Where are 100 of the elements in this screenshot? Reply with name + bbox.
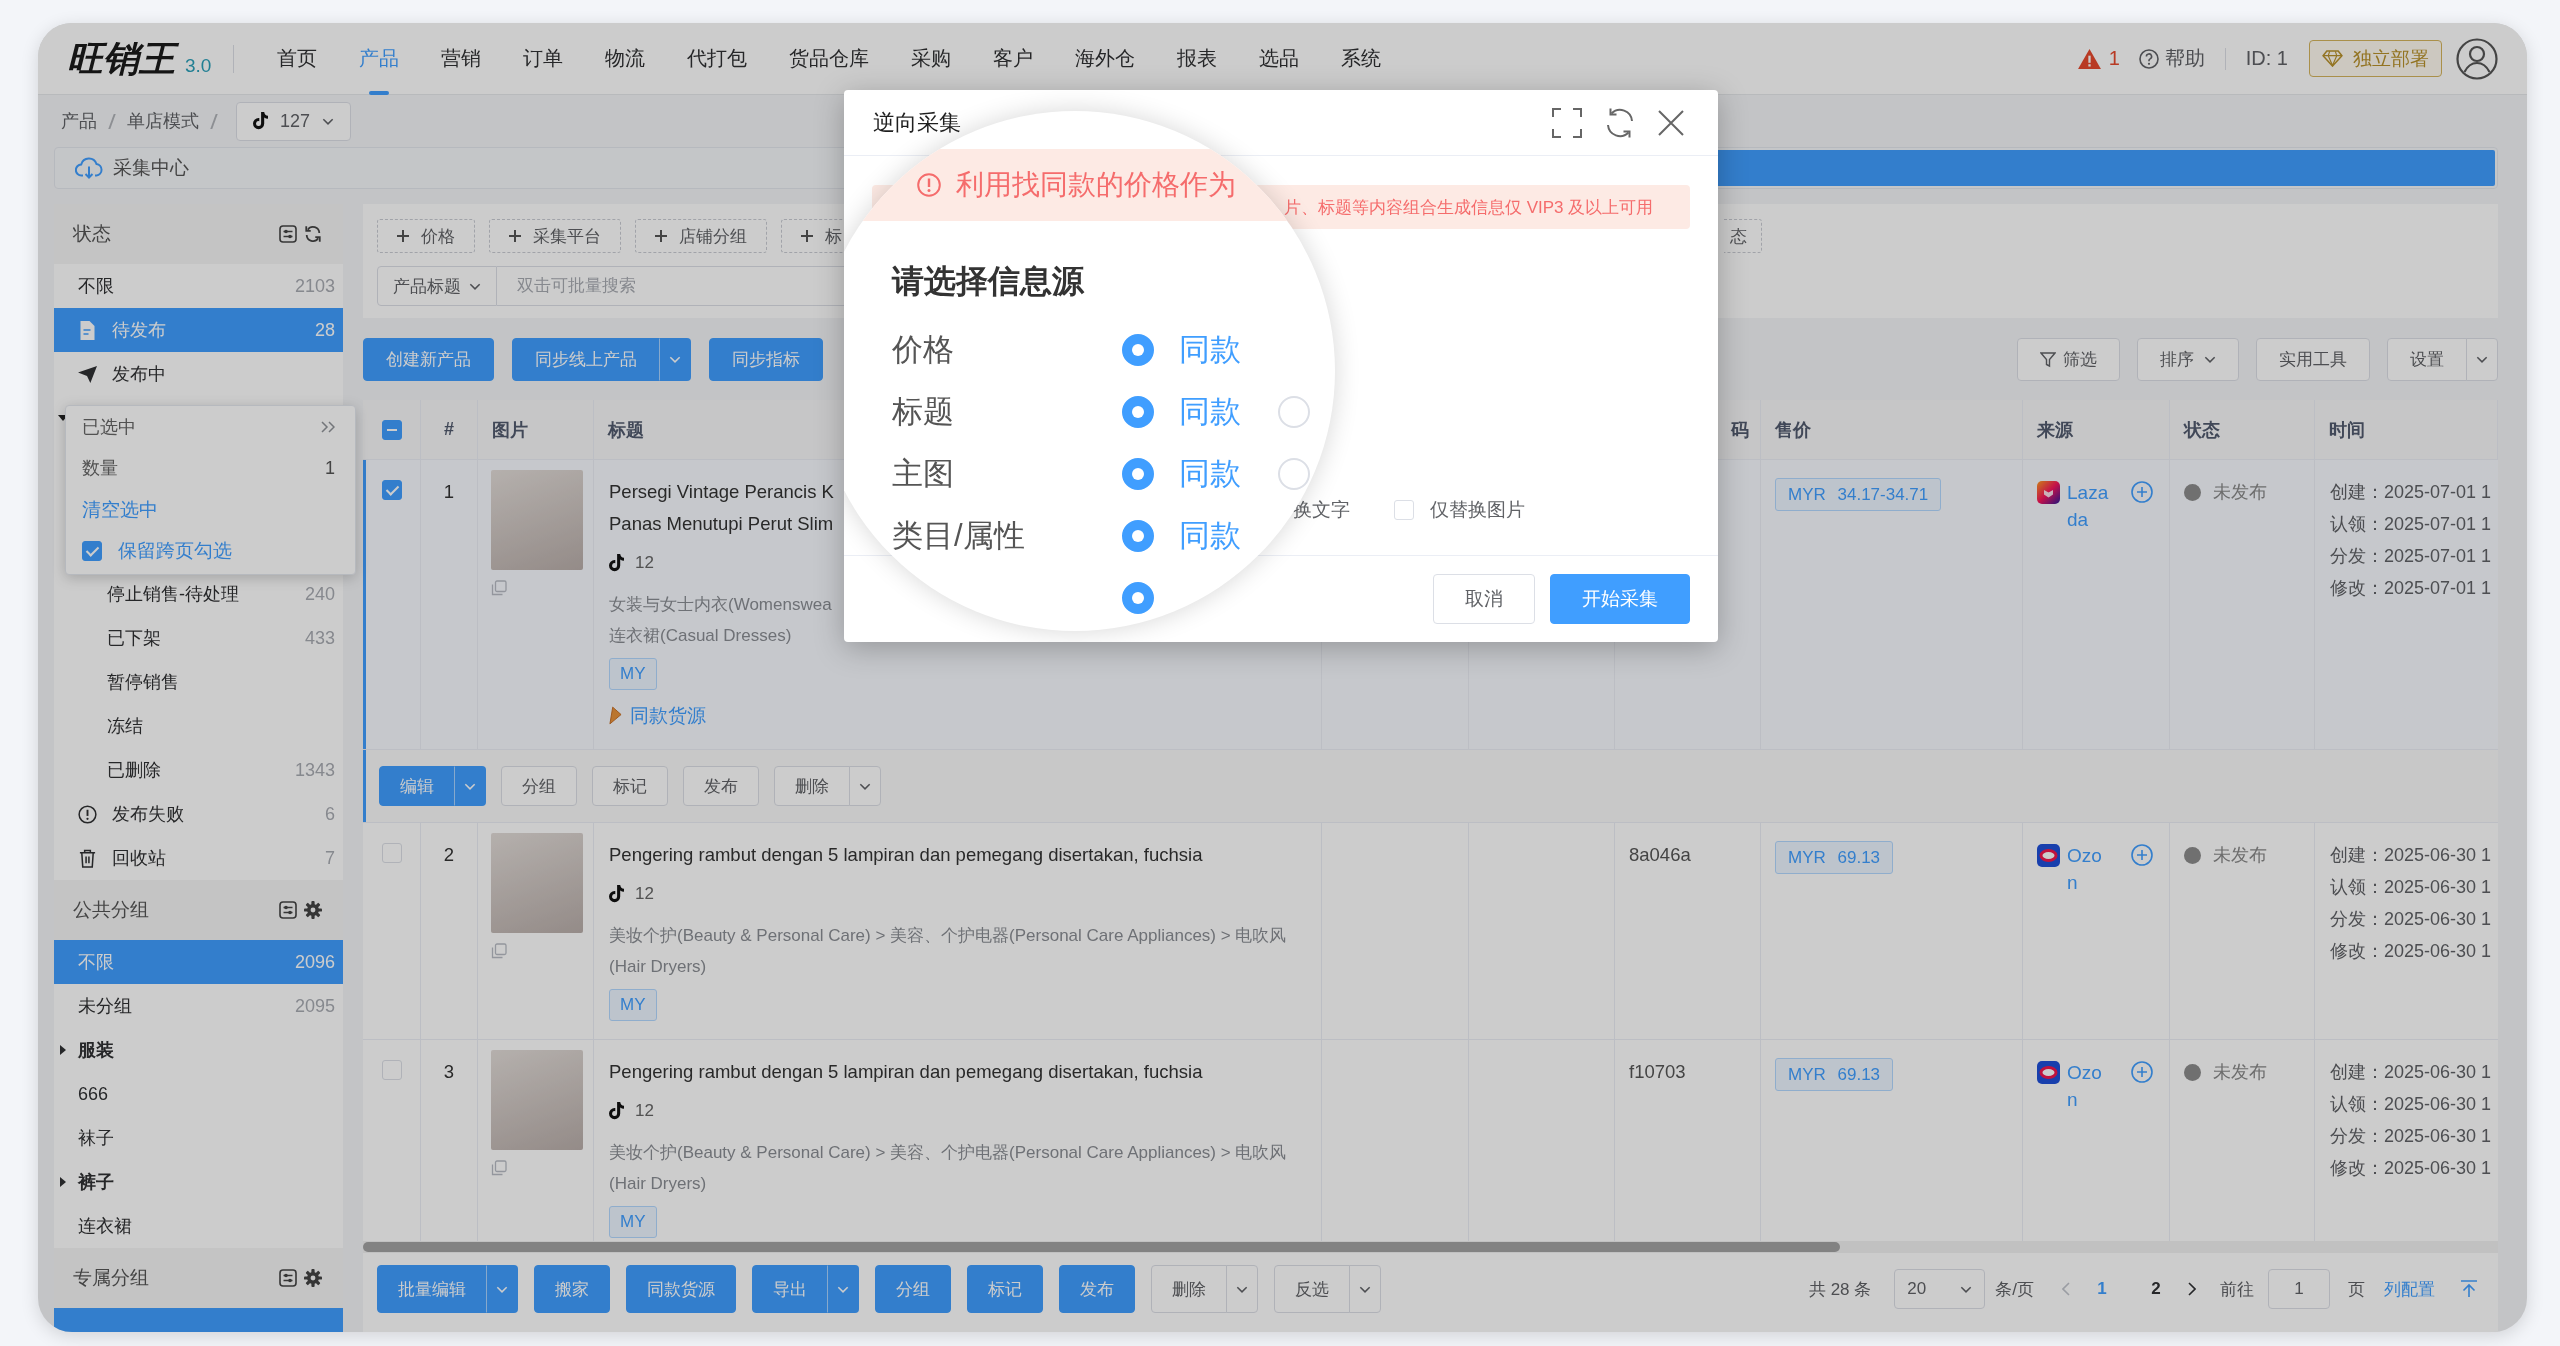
double-chevron-right-icon[interactable] bbox=[321, 420, 335, 433]
sidebar-item[interactable]: 袜子 bbox=[54, 1116, 343, 1160]
nav-tab[interactable]: 订单 bbox=[502, 23, 585, 95]
fullscreen-icon[interactable] bbox=[1552, 107, 1582, 138]
settings-icon[interactable] bbox=[304, 901, 322, 919]
checkbox[interactable] bbox=[82, 541, 102, 562]
sidebar-item[interactable]: 不限 2103 bbox=[54, 264, 343, 308]
product-title[interactable]: Pengering rambut dengan 5 lampiran dan pemegang disertakan, fuchsia bbox=[609, 1056, 1203, 1088]
scrollbar-thumb[interactable] bbox=[363, 1242, 1840, 1252]
close-icon[interactable] bbox=[1658, 109, 1684, 136]
plus-circle-icon[interactable] bbox=[2131, 1061, 2153, 1083]
product-title[interactable]: Pengering rambut dengan 5 lampiran dan pemegang disertakan, fuchsia bbox=[609, 839, 1203, 871]
product-title[interactable]: Panas Menutupi Perut Slim bbox=[609, 508, 834, 540]
radio-button[interactable] bbox=[1122, 582, 1154, 614]
copy-icon[interactable] bbox=[491, 1160, 507, 1176]
nav-tab[interactable]: 代打包 bbox=[666, 23, 769, 95]
radio-button[interactable] bbox=[1122, 458, 1154, 490]
radio-button[interactable] bbox=[1122, 334, 1154, 366]
checkbox-label[interactable]: 仅替换图片 bbox=[1430, 497, 1525, 523]
radio-label[interactable]: 同款 bbox=[1179, 453, 1241, 495]
copy-icon[interactable] bbox=[491, 580, 507, 596]
nav-tab[interactable]: 物流 bbox=[584, 23, 667, 95]
row-action-button[interactable]: 删除 bbox=[774, 766, 850, 806]
sidebar-item[interactable]: 已下架 433 bbox=[54, 616, 343, 660]
search-field[interactable]: 双击可批量搜索 bbox=[497, 266, 845, 306]
row-action-button[interactable]: 分组 bbox=[501, 766, 577, 806]
product-title[interactable]: Persegi Vintage Perancis K bbox=[609, 476, 834, 508]
radio-button[interactable] bbox=[1122, 520, 1154, 552]
sliders-icon[interactable] bbox=[279, 901, 297, 919]
row-action-button[interactable]: 标记 bbox=[592, 766, 668, 806]
group-title: 状态 bbox=[73, 222, 111, 246]
chevron-right-icon[interactable] bbox=[2188, 1282, 2196, 1296]
nav-tab[interactable]: 首页 bbox=[256, 23, 339, 95]
back-to-top-icon[interactable] bbox=[2460, 1280, 2478, 1298]
breadcrumb-item[interactable]: 单店模式 bbox=[126, 109, 199, 133]
page-input[interactable]: 1 bbox=[2268, 1269, 2330, 1309]
sliders-icon[interactable] bbox=[279, 225, 297, 243]
collection-center-tab[interactable]: 采集中心 bbox=[55, 148, 189, 188]
dropdown-button[interactable] bbox=[454, 766, 486, 806]
nav-tab[interactable]: 营销 bbox=[420, 23, 503, 95]
avatar-icon[interactable] bbox=[2456, 37, 2498, 80]
caret-right-icon[interactable] bbox=[60, 1177, 66, 1187]
dialog-button[interactable]: 开始采集 bbox=[1550, 574, 1690, 624]
settings-icon[interactable] bbox=[304, 1269, 322, 1287]
sidebar-item[interactable]: 666 bbox=[54, 1072, 343, 1116]
radio-label[interactable]: 同款 bbox=[1179, 329, 1241, 371]
toolbar-button[interactable]: 实用工具 bbox=[2256, 338, 2370, 381]
nav-tab[interactable]: 选品 bbox=[1238, 23, 1321, 95]
dropdown-button[interactable] bbox=[659, 338, 691, 381]
shop-select[interactable]: 127 bbox=[236, 101, 352, 141]
toolbar-button[interactable]: 排序 bbox=[2137, 338, 2239, 381]
radio-label[interactable]: 同款 bbox=[1179, 391, 1241, 433]
sidebar-item[interactable]: 发布中 bbox=[54, 352, 343, 396]
bulk-action-button[interactable]: 删除 bbox=[1151, 1265, 1227, 1313]
sidebar-item[interactable]: 裤子 bbox=[54, 1160, 343, 1204]
nav-tab[interactable]: 海外仓 bbox=[1054, 23, 1157, 95]
sidebar-item[interactable]: 连衣裙 bbox=[54, 1204, 343, 1248]
dialog-button[interactable]: 取消 bbox=[1433, 574, 1535, 624]
nav-tab[interactable]: 货品仓库 bbox=[768, 23, 891, 95]
filter-tag-button[interactable]: 态 bbox=[1724, 219, 1762, 253]
sidebar-item[interactable]: 停止销售-待处理 240 bbox=[54, 572, 343, 616]
page-number[interactable]: 2 bbox=[2134, 1269, 2178, 1309]
filter-tag-button[interactable]: 价格 bbox=[377, 219, 475, 253]
select-all-checkbox[interactable] bbox=[381, 419, 402, 440]
chevron-down-icon bbox=[837, 1285, 849, 1293]
dropdown-button[interactable] bbox=[486, 1265, 518, 1313]
nav-tab[interactable]: 系统 bbox=[1320, 23, 1403, 95]
help-link[interactable]: 帮助 bbox=[2138, 45, 2205, 72]
radio-button[interactable] bbox=[1122, 396, 1154, 428]
nav-tab[interactable]: 报表 bbox=[1156, 23, 1239, 95]
toolbar-button[interactable]: 筛选 bbox=[2017, 338, 2120, 381]
caret-right-icon[interactable] bbox=[60, 1045, 66, 1055]
page-size-select[interactable]: 20 bbox=[1894, 1269, 1986, 1309]
nav-tab[interactable]: 客户 bbox=[972, 23, 1055, 95]
bulk-action-button[interactable]: 反选 bbox=[1274, 1265, 1350, 1313]
plus-circle-icon[interactable] bbox=[2131, 481, 2153, 503]
sliders-icon[interactable] bbox=[279, 1269, 297, 1287]
radio-label[interactable]: 同款 bbox=[1179, 515, 1241, 557]
row-action-button[interactable]: 发布 bbox=[683, 766, 759, 806]
sidebar-item[interactable]: 冻结 bbox=[54, 704, 343, 748]
field-select[interactable]: 产品标题 bbox=[377, 266, 497, 306]
copy-icon[interactable] bbox=[491, 943, 507, 959]
refresh-icon[interactable] bbox=[1604, 106, 1636, 139]
filter-tag-button[interactable]: 店铺分组 bbox=[635, 219, 767, 253]
sidebar-item[interactable]: 未分组 2095 bbox=[54, 984, 343, 1028]
dropdown-button[interactable] bbox=[827, 1265, 859, 1313]
sidebar-item[interactable]: 发布失败 6 bbox=[54, 792, 343, 836]
sidebar-item[interactable]: 已删除 1343 bbox=[54, 748, 343, 792]
sidebar-item[interactable]: 暂停销售 bbox=[54, 660, 343, 704]
plus-circle-icon[interactable] bbox=[2131, 844, 2153, 866]
filter-tag-button[interactable]: 采集平台 bbox=[489, 219, 621, 253]
nav-tab[interactable]: 采购 bbox=[890, 23, 973, 95]
refresh-icon[interactable] bbox=[304, 225, 322, 243]
sidebar-item[interactable]: 服装 bbox=[54, 1028, 343, 1072]
sidebar-item[interactable]: 回收站 7 bbox=[54, 836, 343, 880]
tiktok-icon bbox=[609, 1102, 624, 1120]
toolbar-button[interactable]: 设置 bbox=[2387, 338, 2467, 381]
warning-icon[interactable] bbox=[2077, 48, 2101, 69]
row-checkbox[interactable] bbox=[381, 480, 402, 500]
breadcrumb-item[interactable]: 产品 bbox=[61, 109, 97, 133]
